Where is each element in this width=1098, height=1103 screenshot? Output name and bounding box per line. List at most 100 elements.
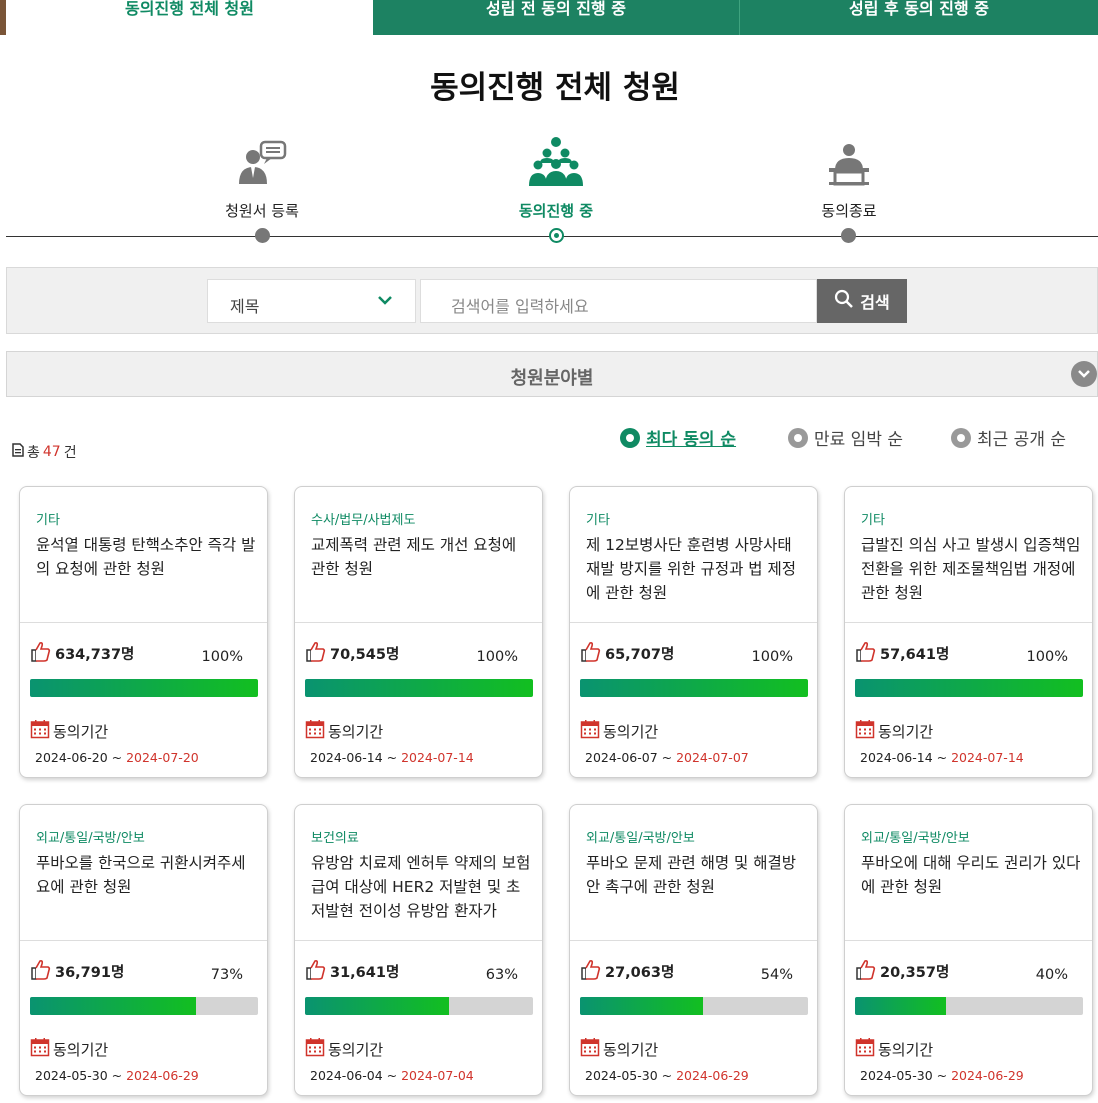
thumbs-up-icon	[855, 640, 877, 666]
sort-label: 만료 임박 순	[814, 430, 904, 450]
sort-recently-opened[interactable]: 최근 공개 순	[951, 425, 1066, 450]
petition-title[interactable]: 교제폭력 관련 제도 개선 요청에 관한 청원	[311, 533, 533, 581]
agree-count: 57,641명	[855, 640, 949, 666]
card-divider	[845, 622, 1092, 623]
petition-category: 기타	[36, 513, 60, 528]
start-date: 2024-06-14	[310, 750, 383, 765]
radio-icon	[788, 427, 808, 448]
tab-bar: 동의진행 전체 청원 성립 전 동의 진행 중 성립 후 동의 진행 중	[0, 0, 1098, 35]
step-dot	[841, 228, 856, 243]
date-separator: ~	[932, 750, 952, 765]
document-icon	[12, 443, 24, 461]
card-divider	[570, 622, 817, 623]
card-divider	[570, 940, 817, 941]
radio-icon	[951, 427, 971, 448]
progress-bar	[305, 997, 533, 1015]
sort-label: 최근 공개 순	[977, 430, 1067, 450]
thumbs-up-icon	[305, 640, 327, 666]
agree-count: 70,545명	[305, 640, 399, 666]
search-type-select[interactable]: 제목	[207, 279, 416, 323]
step-label: 동의진행 중	[518, 202, 594, 220]
petition-title[interactable]: 푸바오에 대해 우리도 권리가 있다에 관한 청원	[861, 851, 1083, 899]
petition-card[interactable]: 보건의료 유방암 치료제 엔허투 약제의 보험 급여 대상에 HER2 저발현 및…	[294, 804, 543, 1096]
agree-count-value: 27,063명	[605, 964, 675, 981]
step-label: 동의종료	[821, 202, 877, 220]
calendar-icon	[30, 719, 50, 743]
end-date: 2024-07-14	[401, 750, 474, 765]
period-label: 동의기간	[878, 1040, 934, 1059]
tab-all-petitions[interactable]: 동의진행 전체 청원	[6, 0, 373, 35]
petition-category: 외교/통일/국방/안보	[36, 831, 145, 846]
tab-before-establishment[interactable]: 성립 전 동의 진행 중	[373, 0, 739, 35]
thumbs-up-icon	[855, 958, 877, 984]
end-date: 2024-07-14	[951, 750, 1024, 765]
period-label: 동의기간	[328, 1040, 384, 1059]
petition-card[interactable]: 기타급발진 의심 사고 발생시 입증책임 전환을 위한 제조물책임법 개정에 관…	[844, 486, 1093, 778]
agree-count: 31,641명	[305, 958, 399, 984]
search-input[interactable]: 검색어를 입력하세요	[420, 279, 817, 323]
petition-card[interactable]: 외교/통일/국방/안보푸바오를 한국으로 귀환시켜주세요에 관한 청원 36,79…	[19, 804, 268, 1096]
sort-most-agreed[interactable]: 최다 동의 순	[620, 425, 736, 450]
petition-title[interactable]: 유방암 치료제 엔허투 약제의 보험 급여 대상에 HER2 저발현 및 초저발…	[311, 851, 533, 923]
thumbs-up-icon	[580, 640, 602, 666]
agree-count: 65,707명	[580, 640, 674, 666]
agree-percent: 73%	[210, 967, 243, 983]
thumbs-up-icon	[580, 958, 602, 984]
page-title: 동의진행 전체 청원	[430, 70, 680, 106]
step-completed: 동의종료	[749, 128, 949, 221]
petition-category: 기타	[861, 513, 885, 528]
agree-percent: 100%	[476, 649, 518, 665]
petition-card[interactable]: 기타제 12보병사단 훈련병 사망사태 재발 방지를 위한 규정과 법 제정에 …	[569, 486, 818, 778]
petition-card[interactable]: 외교/통일/국방/안보 푸바오 문제 관련 해명 및 해결방안 촉구에 관한 청원…	[569, 804, 818, 1096]
step-in-progress: 동의진행 중	[456, 128, 656, 221]
agree-percent: 100%	[751, 649, 793, 665]
period-label-row: 동의기간	[30, 1037, 108, 1061]
field-filter-bar[interactable]: 청원분야별	[6, 351, 1098, 397]
petition-card[interactable]: 수사/법무/사법제도교제폭력 관련 제도 개선 요청에 관한 청원 70,545명…	[294, 486, 543, 778]
period-label: 동의기간	[53, 722, 109, 741]
date-separator: ~	[382, 750, 402, 765]
thumbs-up-icon	[30, 958, 52, 984]
end-date: 2024-07-20	[126, 750, 199, 765]
petition-card[interactable]: 기타 윤석열 대통령 탄핵소추안 즉각 발의 요청에 관한 청원 634,737명 1…	[19, 486, 268, 778]
search-button[interactable]: 검색	[817, 279, 907, 323]
petition-title[interactable]: 푸바오 문제 관련 해명 및 해결방안 촉구에 관한 청원	[586, 851, 808, 899]
chevron-down-icon	[377, 292, 393, 311]
page: 동의진행 전체 청원 성립 전 동의 진행 중 성립 후 동의 진행 중 동의진…	[0, 0, 1098, 1103]
progress-fill	[305, 997, 449, 1015]
radio-selected-icon	[620, 427, 640, 448]
end-date: 2024-06-29	[676, 1068, 749, 1083]
date-separator: ~	[107, 750, 127, 765]
date-separator: ~	[657, 750, 677, 765]
petition-category: 수사/법무/사법제도	[311, 513, 416, 528]
agree-count: 36,791명	[30, 958, 124, 984]
petition-title[interactable]: 푸바오를 한국으로 귀환시켜주세요에 관한 청원	[36, 851, 258, 899]
thumbs-up-icon	[30, 640, 52, 666]
end-date: 2024-06-29	[951, 1068, 1024, 1083]
search-icon	[834, 289, 854, 313]
calendar-icon	[305, 719, 325, 743]
start-date: 2024-05-30	[860, 1068, 933, 1083]
petition-category: 기타	[586, 513, 610, 528]
progress-fill	[30, 997, 197, 1015]
period-dates: 2024-05-30 ~ 2024-06-29	[860, 1068, 1024, 1083]
tab-after-establishment[interactable]: 성립 후 동의 진행 중	[739, 0, 1098, 35]
petition-title[interactable]: 급발진 의심 사고 발생시 입증책임 전환을 위한 제조물책임법 개정에 관한 …	[861, 533, 1083, 605]
agree-count: 20,357명	[855, 958, 949, 984]
agree-count: 27,063명	[580, 958, 674, 984]
calendar-icon	[580, 719, 600, 743]
total-count: 총 47 건	[12, 442, 77, 462]
petition-title[interactable]: 제 12보병사단 훈련병 사망사태 재발 방지를 위한 규정과 법 제정에 관한…	[586, 533, 808, 605]
chevron-down-icon[interactable]	[1071, 361, 1097, 387]
period-dates: 2024-06-20 ~ 2024-07-20	[35, 750, 199, 765]
start-date: 2024-06-07	[585, 750, 658, 765]
sort-expiring-soon[interactable]: 만료 임박 순	[788, 425, 903, 450]
calendar-icon	[305, 1037, 325, 1061]
total-suffix: 건	[63, 445, 77, 461]
period-dates: 2024-06-04 ~ 2024-07-04	[310, 1068, 474, 1083]
petition-title[interactable]: 윤석열 대통령 탄핵소추안 즉각 발의 요청에 관한 청원	[36, 533, 258, 581]
petition-card[interactable]: 외교/통일/국방/안보 푸바오에 대해 우리도 권리가 있다에 관한 청원 20,3…	[844, 804, 1093, 1096]
end-date: 2024-06-29	[126, 1068, 199, 1083]
date-separator: ~	[657, 1068, 677, 1083]
date-separator: ~	[107, 1068, 127, 1083]
